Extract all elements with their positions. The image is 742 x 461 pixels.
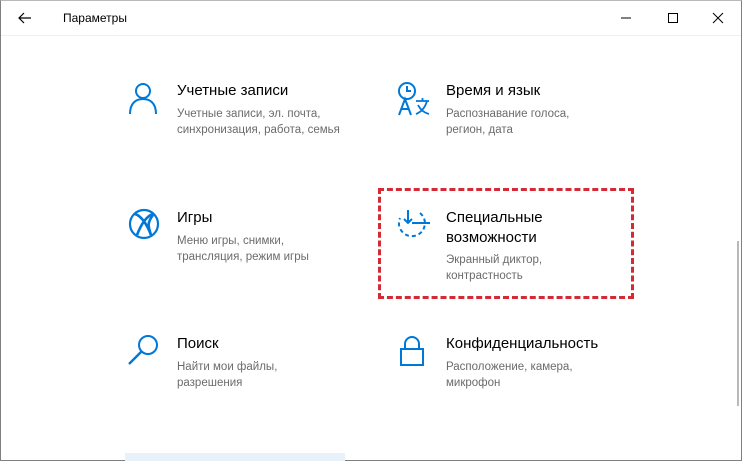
close-icon bbox=[712, 12, 724, 24]
tile-desc-line: разрешения bbox=[177, 377, 243, 389]
tile-title: Игры bbox=[177, 209, 213, 226]
settings-window: Параметры Учетные записи Учетные записи,… bbox=[0, 0, 742, 461]
tile-title: Учетные записи bbox=[177, 82, 289, 99]
back-button[interactable] bbox=[1, 1, 49, 35]
highlight-frame bbox=[378, 188, 634, 299]
tile-desc-line: Расположение, камера, bbox=[446, 361, 573, 373]
tile-desc-line: Меню игры, снимки, bbox=[177, 235, 285, 247]
time-language-icon bbox=[398, 82, 430, 116]
tile-desc-line: Учетные записи, эл. почта, bbox=[177, 108, 321, 120]
tile-time-language[interactable]: Время и язык Распознавание голоса, регио… bbox=[396, 81, 636, 141]
tile-accounts[interactable]: Учетные записи Учетные записи, эл. почта… bbox=[127, 81, 367, 141]
minimize-button[interactable] bbox=[603, 1, 649, 35]
person-icon bbox=[129, 83, 157, 115]
maximize-button[interactable] bbox=[650, 1, 696, 35]
back-arrow-icon bbox=[18, 12, 31, 24]
title-bar: Параметры bbox=[1, 1, 741, 36]
close-button[interactable] bbox=[695, 1, 741, 35]
lock-icon bbox=[400, 336, 424, 366]
maximize-icon bbox=[668, 13, 678, 23]
tile-desc-line: синхронизация, работа, семья bbox=[177, 124, 340, 136]
search-icon bbox=[128, 335, 158, 365]
window-title: Параметры bbox=[63, 11, 127, 25]
minimize-icon bbox=[621, 17, 631, 19]
tile-title: Поиск bbox=[177, 335, 219, 352]
tile-desc-line: Найти мои файлы, bbox=[177, 361, 278, 373]
tile-desc-line: Распознавание голоса, bbox=[446, 108, 570, 120]
tile-search[interactable]: Поиск Найти мои файлы, разрешения bbox=[127, 334, 367, 394]
tile-desc-line: регион, дата bbox=[446, 124, 513, 136]
tile-desc-line: трансляция, режим игры bbox=[177, 251, 309, 263]
tile-desc-line: микрофон bbox=[446, 377, 501, 389]
next-tile-hover-edge bbox=[125, 453, 345, 461]
scrollbar[interactable] bbox=[737, 241, 739, 406]
tile-privacy[interactable]: Конфиденциальность Расположение, камера,… bbox=[396, 334, 636, 394]
tile-title: Конфиденциальность bbox=[446, 335, 599, 352]
xbox-icon bbox=[128, 208, 160, 240]
tile-title: Время и язык bbox=[446, 82, 541, 99]
tile-gaming[interactable]: Игры Меню игры, снимки, трансляция, режи… bbox=[127, 208, 367, 268]
